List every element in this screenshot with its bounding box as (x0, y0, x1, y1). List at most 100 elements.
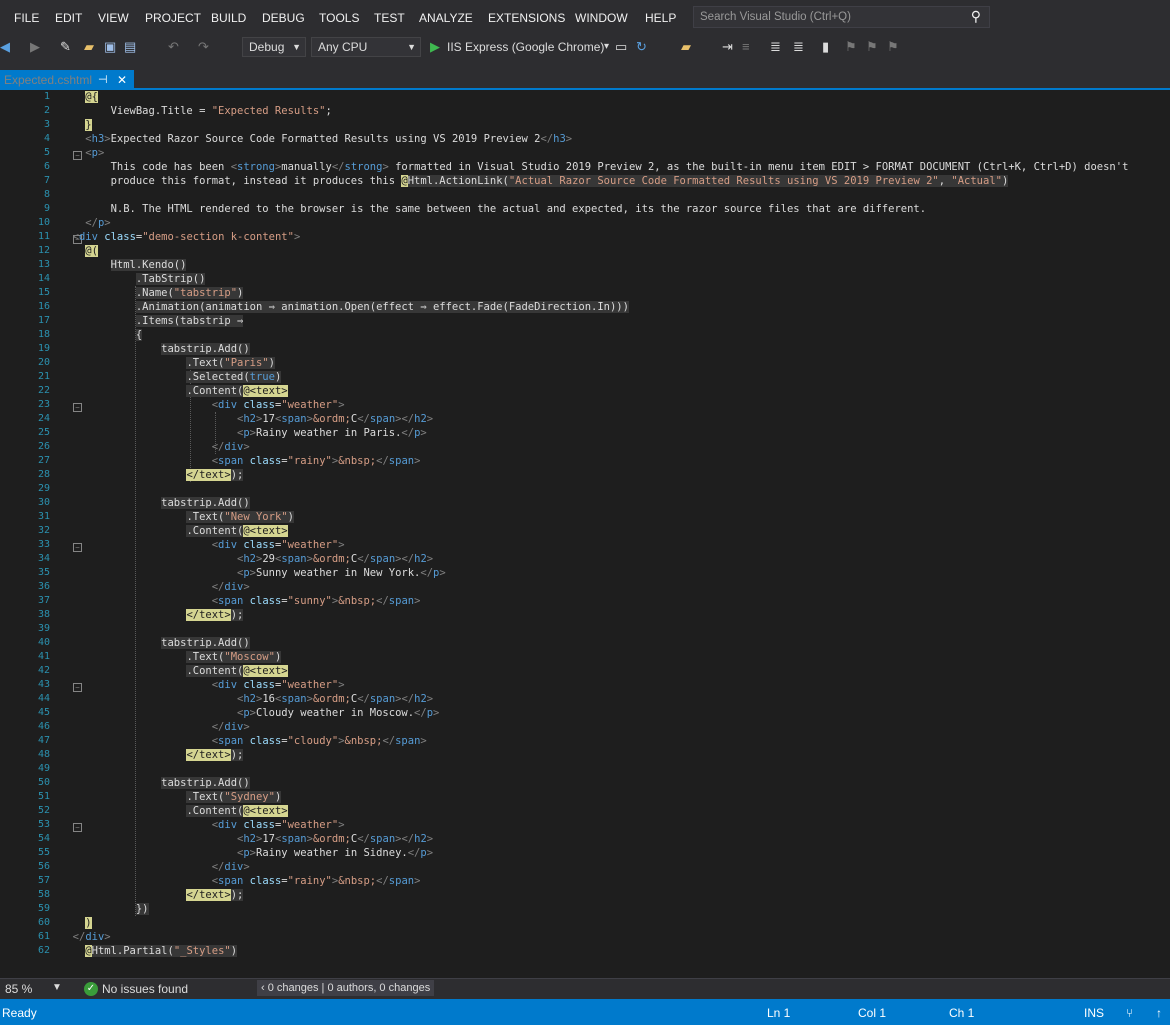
line-number: 5 (43, 147, 50, 158)
tab-expected-cshtml[interactable]: Expected.cshtml ⊣ ✕ (0, 70, 134, 90)
uncomment-icon[interactable]: ≣ (793, 38, 804, 56)
chevron-down-icon: ▼ (407, 42, 416, 52)
code-editor[interactable]: 1 2 3 4 5 6 7 8 9 10 11 12 13 14 15 16 1… (0, 90, 1170, 978)
open-folder-icon[interactable]: ▰ (84, 38, 94, 56)
menu-analyze[interactable]: ANALYZE (419, 11, 473, 25)
line-number: 37 (37, 595, 50, 606)
line-number: 24 (37, 413, 50, 424)
run-target-button[interactable]: IIS Express (Google Chrome) (447, 37, 604, 57)
status-insert-mode[interactable]: INS (1084, 1006, 1104, 1020)
document-tabs: Expected.cshtml ⊣ ✕ (0, 60, 1170, 90)
code-line: <h3>Expected Razor Source Code Formatted… (85, 133, 573, 145)
code-line: tabstrip.Add() (161, 497, 250, 509)
clear-bookmarks-icon[interactable]: ⚑ (887, 38, 899, 56)
code-line: { (135, 329, 143, 341)
search-icon[interactable]: ⚲ (971, 8, 981, 25)
close-icon[interactable]: ✕ (117, 70, 127, 90)
line-number: 59 (37, 903, 50, 914)
menu-extensions[interactable]: EXTENSIONS (488, 11, 565, 25)
line-number: 36 (37, 581, 50, 592)
new-item-icon[interactable]: ✎ (60, 38, 71, 56)
line-number: 42 (37, 665, 50, 676)
menu-project[interactable]: PROJECT (145, 11, 201, 25)
line-number: 40 (37, 637, 50, 648)
line-number: 29 (37, 483, 50, 494)
codelens-changes[interactable]: ‹ 0 changes | 0 authors, 0 changes (257, 980, 435, 996)
line-number: 38 (37, 609, 50, 620)
chevron-down-icon[interactable]: ▾ (604, 38, 609, 56)
line-number: 11 (37, 231, 50, 242)
next-bookmark-icon[interactable]: ⚑ (866, 38, 878, 56)
format-icon[interactable]: ≡ (742, 38, 750, 56)
menu-test[interactable]: TEST (374, 11, 405, 25)
line-number: 19 (37, 343, 50, 354)
chevron-down-icon[interactable]: ▼ (52, 982, 62, 993)
comment-icon[interactable]: ≣ (770, 38, 781, 56)
code-line: <div class="weather"> (211, 679, 345, 691)
code-line: <span class="cloudy">&nbsp;</span> (211, 735, 427, 747)
save-icon[interactable]: ▣ (104, 38, 116, 56)
code-line: .Text("Moscow") (186, 651, 282, 663)
menu-edit[interactable]: EDIT (55, 11, 82, 25)
status-line: Ln 1 (767, 1006, 791, 1020)
code-line: </text>); (186, 469, 244, 481)
code-line: .Selected(true) (186, 371, 282, 383)
menu-tools[interactable]: TOOLS (319, 11, 359, 25)
refresh-icon[interactable]: ↻ (636, 38, 647, 56)
line-number: 13 (37, 259, 50, 270)
code-line: .Text("Sydney") (186, 791, 282, 803)
menu-debug[interactable]: DEBUG (262, 11, 305, 25)
menu-help[interactable]: HELP (645, 11, 676, 25)
menu-bar: FILE EDIT VIEW PROJECT BUILD DEBUG TOOLS… (0, 0, 1170, 34)
bookmark-icon[interactable]: ▮ (822, 38, 829, 56)
prev-bookmark-icon[interactable]: ⚑ (845, 38, 857, 56)
menu-file[interactable]: FILE (14, 11, 39, 25)
forward-icon[interactable]: ▶ (30, 38, 40, 56)
code-line: <div class="weather"> (211, 819, 345, 831)
source-control-icon[interactable]: ⑂ (1126, 1006, 1133, 1020)
platform-dropdown[interactable]: Any CPU ▼ (311, 37, 421, 57)
publish-icon[interactable]: ↑ (1156, 1006, 1162, 1020)
line-number: 1 (43, 91, 50, 102)
code-line: </div> (72, 931, 111, 943)
toolbox-icon[interactable]: ▰ (681, 38, 691, 56)
config-dropdown[interactable]: Debug ▼ (242, 37, 306, 57)
status-bar: Ready Ln 1 Col 1 Ch 1 INS ⑂ ↑ (0, 999, 1170, 1025)
line-number: 62 (37, 945, 50, 956)
redo-icon[interactable]: ↷ (198, 38, 209, 56)
play-icon[interactable]: ▶ (430, 38, 440, 56)
line-number: 55 (37, 847, 50, 858)
menu-window[interactable]: WINDOW (575, 11, 628, 25)
line-number: 22 (37, 385, 50, 396)
code-line: <p>Rainy weather in Sidney.</p> (237, 847, 434, 859)
back-icon[interactable]: ◀ (0, 38, 10, 56)
browser-icon[interactable]: ▭ (615, 38, 627, 56)
line-number: 57 (37, 875, 50, 886)
code-line: <span class="rainy">&nbsp;</span> (211, 875, 421, 887)
code-line: tabstrip.Add() (161, 637, 250, 649)
code-line: </div> (211, 441, 250, 453)
line-number: 39 (37, 623, 50, 634)
undo-icon[interactable]: ↶ (168, 38, 179, 56)
line-number: 52 (37, 805, 50, 816)
code-line: .Content(@<text> (186, 525, 288, 537)
code-line: ViewBag.Title = "Expected Results"; (60, 105, 332, 117)
line-number: 2 (43, 105, 50, 116)
step-icon[interactable]: ⇥ (722, 38, 733, 56)
issues-status[interactable]: No issues found (102, 982, 188, 996)
menu-build[interactable]: BUILD (211, 11, 246, 25)
search-box[interactable]: Search Visual Studio (Ctrl+Q) ⚲ (693, 6, 990, 28)
code-line: </div> (211, 581, 250, 593)
line-number: 46 (37, 721, 50, 732)
code-line: </div> (211, 721, 250, 733)
save-all-icon[interactable]: ▤ (124, 38, 136, 56)
line-number: 45 (37, 707, 50, 718)
code-line: .Animation(animation ⇒ animation.Open(ef… (135, 301, 629, 313)
line-number: 27 (37, 455, 50, 466)
line-number: 17 (37, 315, 50, 326)
check-icon: ✓ (84, 982, 98, 996)
zoom-level[interactable]: 85 % (5, 982, 32, 996)
pin-icon[interactable]: ⊣ (98, 70, 108, 90)
menu-view[interactable]: VIEW (98, 11, 129, 25)
